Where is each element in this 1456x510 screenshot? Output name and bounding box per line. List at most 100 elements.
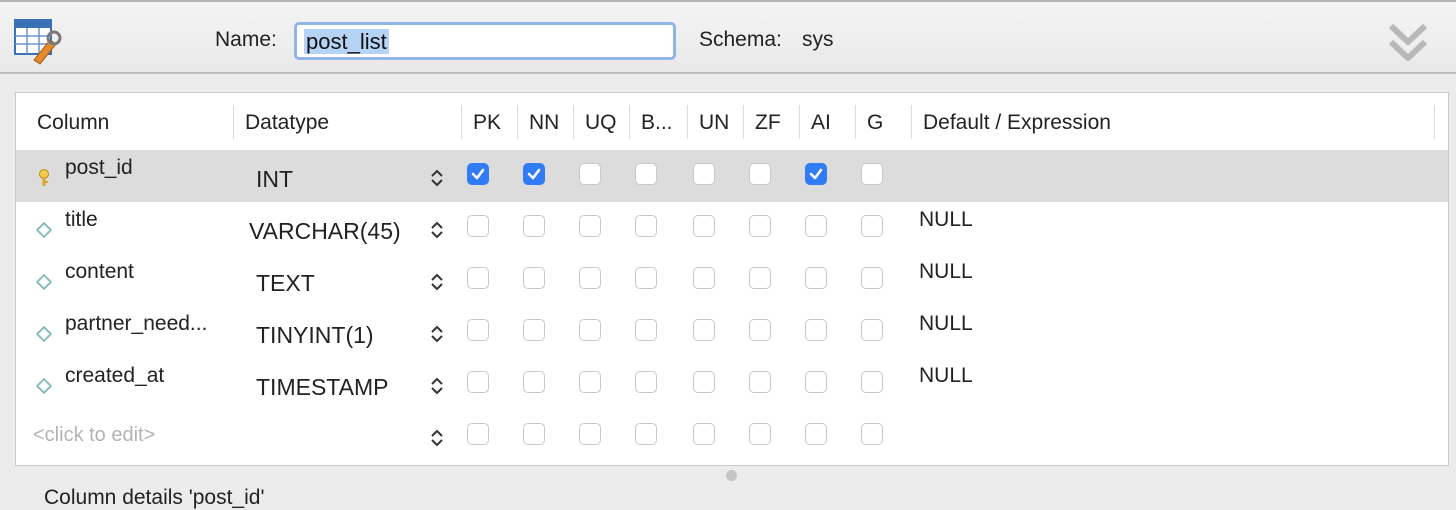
column-name[interactable]: post_id <box>65 156 133 180</box>
column-row[interactable]: title VARCHAR(45) NULL <box>16 202 1448 254</box>
pk-checkbox[interactable] <box>467 371 489 393</box>
header-separator[interactable] <box>629 105 630 139</box>
header-separator[interactable] <box>233 105 234 139</box>
uq-checkbox[interactable] <box>579 215 601 237</box>
column-name[interactable]: title <box>65 208 98 232</box>
un-checkbox[interactable] <box>693 267 715 289</box>
splitter-handle[interactable] <box>726 470 737 481</box>
un-checkbox[interactable] <box>693 163 715 185</box>
header-ai[interactable]: AI <box>811 111 831 135</box>
column-name[interactable]: created_at <box>65 364 164 388</box>
header-g[interactable]: G <box>867 111 883 135</box>
g-checkbox[interactable] <box>861 423 883 445</box>
zf-checkbox[interactable] <box>749 267 771 289</box>
uq-checkbox[interactable] <box>579 423 601 445</box>
table-name-input[interactable]: post_list <box>294 22 676 60</box>
pk-checkbox[interactable] <box>467 319 489 341</box>
bin-checkbox[interactable] <box>635 371 657 393</box>
column-datatype[interactable]: TEXT <box>256 270 315 297</box>
header-datatype[interactable]: Datatype <box>245 111 329 135</box>
datatype-stepper-icon[interactable] <box>428 324 446 344</box>
g-checkbox[interactable] <box>861 163 883 185</box>
header-uq[interactable]: UQ <box>585 111 617 135</box>
datatype-stepper-icon[interactable] <box>428 428 446 448</box>
header-separator[interactable] <box>799 105 800 139</box>
column-datatype[interactable]: TIMESTAMP <box>256 374 388 401</box>
pk-checkbox[interactable] <box>467 267 489 289</box>
header-separator[interactable] <box>517 105 518 139</box>
ai-checkbox[interactable] <box>805 371 827 393</box>
pk-checkbox[interactable] <box>467 423 489 445</box>
header-separator[interactable] <box>687 105 688 139</box>
column-default-value[interactable]: NULL <box>919 312 973 336</box>
ai-checkbox[interactable] <box>805 423 827 445</box>
nn-checkbox[interactable] <box>523 319 545 341</box>
g-checkbox[interactable] <box>861 267 883 289</box>
column-row[interactable]: partner_need... TINYINT(1) NULL <box>16 306 1448 358</box>
zf-checkbox[interactable] <box>749 371 771 393</box>
pk-checkbox[interactable] <box>467 163 489 185</box>
ai-checkbox[interactable] <box>805 267 827 289</box>
uq-checkbox[interactable] <box>579 371 601 393</box>
column-default-value[interactable]: NULL <box>919 364 973 388</box>
header-separator[interactable] <box>461 105 462 139</box>
zf-checkbox[interactable] <box>749 319 771 341</box>
uq-checkbox[interactable] <box>579 267 601 289</box>
datatype-stepper-icon[interactable] <box>428 272 446 292</box>
column-name[interactable]: partner_need... <box>65 312 207 336</box>
nn-checkbox[interactable] <box>523 215 545 237</box>
header-column[interactable]: Column <box>37 111 109 135</box>
uq-checkbox[interactable] <box>579 319 601 341</box>
zf-checkbox[interactable] <box>749 163 771 185</box>
header-separator[interactable] <box>855 105 856 139</box>
un-checkbox[interactable] <box>693 215 715 237</box>
bin-checkbox[interactable] <box>635 215 657 237</box>
bin-checkbox[interactable] <box>635 267 657 289</box>
un-checkbox[interactable] <box>693 371 715 393</box>
datatype-stepper-icon[interactable] <box>428 220 446 240</box>
nn-checkbox[interactable] <box>523 371 545 393</box>
ai-checkbox[interactable] <box>805 319 827 341</box>
g-checkbox[interactable] <box>861 215 883 237</box>
header-separator[interactable] <box>743 105 744 139</box>
datatype-stepper-icon[interactable] <box>428 376 446 396</box>
column-datatype[interactable]: TINYINT(1) <box>256 322 374 349</box>
header-zf[interactable]: ZF <box>755 111 781 135</box>
un-checkbox[interactable] <box>693 423 715 445</box>
column-datatype[interactable]: VARCHAR(45) <box>249 218 401 245</box>
header-pk[interactable]: PK <box>473 111 501 135</box>
column-default-value[interactable]: NULL <box>919 260 973 284</box>
ai-checkbox[interactable] <box>805 163 827 185</box>
g-checkbox[interactable] <box>861 319 883 341</box>
column-name[interactable]: content <box>65 260 134 284</box>
bin-checkbox[interactable] <box>635 163 657 185</box>
column-row[interactable]: created_at TIMESTAMP NULL <box>16 358 1448 410</box>
datatype-stepper-icon[interactable] <box>428 168 446 188</box>
zf-checkbox[interactable] <box>749 423 771 445</box>
header-bin[interactable]: B... <box>641 111 673 135</box>
column-datatype[interactable]: INT <box>256 166 293 193</box>
header-default-expression[interactable]: Default / Expression <box>923 111 1111 135</box>
new-row-placeholder[interactable]: <click to edit> <box>33 424 155 447</box>
bin-checkbox[interactable] <box>635 423 657 445</box>
nn-checkbox[interactable] <box>523 267 545 289</box>
un-checkbox[interactable] <box>693 319 715 341</box>
column-default-value[interactable]: NULL <box>919 208 973 232</box>
g-checkbox[interactable] <box>861 371 883 393</box>
header-separator[interactable] <box>573 105 574 139</box>
new-row[interactable]: <click to edit> <box>16 410 1448 462</box>
pk-checkbox[interactable] <box>467 215 489 237</box>
ai-checkbox[interactable] <box>805 215 827 237</box>
column-row[interactable]: post_id INT <box>16 150 1448 202</box>
nn-checkbox[interactable] <box>523 163 545 185</box>
header-separator[interactable] <box>1434 105 1435 139</box>
header-nn[interactable]: NN <box>529 111 559 135</box>
double-chevron-down-icon[interactable] <box>1388 22 1428 64</box>
uq-checkbox[interactable] <box>579 163 601 185</box>
column-row[interactable]: content TEXT NULL <box>16 254 1448 306</box>
bin-checkbox[interactable] <box>635 319 657 341</box>
header-separator[interactable] <box>911 105 912 139</box>
nn-checkbox[interactable] <box>523 423 545 445</box>
header-un[interactable]: UN <box>699 111 729 135</box>
zf-checkbox[interactable] <box>749 215 771 237</box>
